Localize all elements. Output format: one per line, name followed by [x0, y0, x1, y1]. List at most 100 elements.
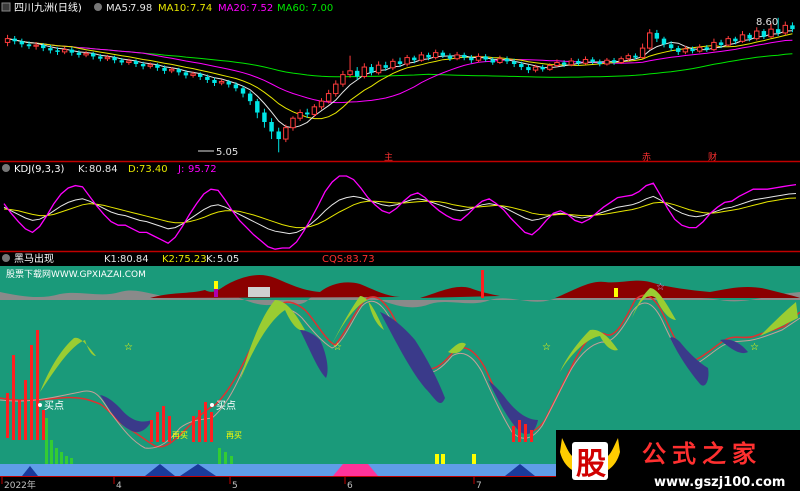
candlestick: [761, 29, 767, 40]
candle-body: [568, 60, 574, 66]
buy-dot-icon: [210, 403, 214, 407]
candle-body: [247, 93, 253, 102]
candlestick: [754, 27, 760, 41]
red-bar: [198, 410, 201, 442]
red-bar: [530, 430, 533, 442]
star-icon: ☆: [124, 342, 133, 353]
settings-gear-icon[interactable]: [2, 164, 10, 172]
candlestick: [290, 116, 296, 131]
candle-body: [432, 52, 439, 59]
ma10-value: 7.74: [190, 3, 212, 14]
candle-body: [311, 106, 318, 115]
candle-body: [440, 52, 446, 56]
horse-k-label: K:: [206, 254, 216, 265]
candlestick: [283, 124, 289, 143]
red-bar: [518, 420, 521, 442]
candlestick: [475, 53, 482, 63]
candlestick: [526, 64, 531, 74]
panel-menu-icon[interactable]: [1, 2, 11, 12]
horse-k1-label: K1:: [104, 254, 120, 265]
green-bar: [50, 440, 53, 464]
candle-body: [162, 67, 167, 71]
red-bar: [42, 410, 45, 440]
security-title: 四川九洲(日线): [14, 1, 82, 14]
settings-gear-icon[interactable]: [2, 254, 10, 262]
candle-body: [176, 69, 182, 73]
candle-body: [483, 56, 488, 60]
red-bar: [192, 416, 195, 442]
red-bar: [18, 400, 21, 440]
candlestick: [490, 57, 495, 65]
candle-body: [147, 64, 153, 67]
candlestick: [333, 80, 339, 97]
green-bar: [55, 448, 58, 464]
candlestick: [462, 52, 467, 61]
candle-body: [69, 49, 74, 53]
candle-body: [682, 48, 689, 53]
candle-body: [597, 61, 602, 65]
candle-body: [76, 52, 82, 55]
candle-body: [654, 32, 660, 39]
stock-chart-window: 四川九洲(日线) MA5: 7.98 MA10: 7.74 MA20: 7.52…: [0, 0, 800, 491]
candlestick: [390, 58, 396, 71]
green-bar: [230, 456, 233, 464]
candle-body: [426, 54, 431, 58]
candlestick: [725, 35, 731, 47]
candle-body: [240, 88, 246, 94]
candle-body: [55, 50, 60, 52]
horse-title: 黑马出现: [14, 252, 54, 265]
candle-body: [133, 60, 139, 65]
candle-body: [226, 81, 231, 85]
green-bar: [224, 452, 227, 464]
candlestick: [297, 109, 303, 121]
candlestick: [276, 127, 281, 153]
candle-body: [347, 70, 353, 76]
price-plot: [4, 17, 795, 153]
candle-body: [375, 64, 382, 74]
candle-body: [540, 67, 545, 70]
candlestick: [269, 118, 274, 140]
candle-body: [554, 62, 560, 67]
candlestick: [347, 55, 353, 78]
candle-body: [718, 42, 724, 46]
yellow-tick: [435, 454, 439, 464]
buy-label: 买点: [44, 400, 64, 412]
candlestick: [240, 86, 246, 98]
candle-body: [604, 59, 610, 65]
candlestick: [618, 56, 624, 65]
candle-body: [775, 29, 781, 33]
candle-body: [747, 34, 752, 39]
yellow-tick: [614, 288, 618, 297]
yellow-tick: [214, 281, 218, 289]
candle-body: [255, 101, 260, 113]
candle-body: [119, 60, 124, 63]
candle-body: [418, 54, 425, 61]
candlestick: [12, 35, 17, 45]
candlestick: [611, 57, 617, 65]
candle-body: [390, 60, 396, 69]
candle-body: [647, 32, 653, 49]
candle-body: [761, 31, 767, 37]
candlestick: [404, 54, 410, 67]
candle-body: [547, 65, 553, 70]
candlestick: [247, 91, 253, 105]
candle-body: [290, 117, 296, 129]
candlestick: [212, 77, 217, 86]
candle-body: [262, 112, 267, 122]
candle-body: [383, 65, 388, 68]
candle-body: [61, 49, 68, 53]
x-tick-label: 6: [347, 481, 353, 491]
source-text: 股票下载网WWW.GPXIAZAI.COM: [6, 268, 146, 280]
settings-gear-icon[interactable]: [94, 3, 102, 11]
candle-body: [711, 41, 717, 51]
ma5-line: [7, 30, 793, 129]
candlestick: [590, 57, 595, 65]
red-bar: [524, 424, 527, 442]
candle-body: [90, 53, 96, 57]
gray-block: [248, 287, 270, 297]
red-bar: [210, 412, 213, 442]
candle-body: [576, 60, 581, 64]
candle-body: [462, 54, 467, 58]
buy-dot-icon: [38, 403, 42, 407]
candle-body: [526, 67, 531, 71]
